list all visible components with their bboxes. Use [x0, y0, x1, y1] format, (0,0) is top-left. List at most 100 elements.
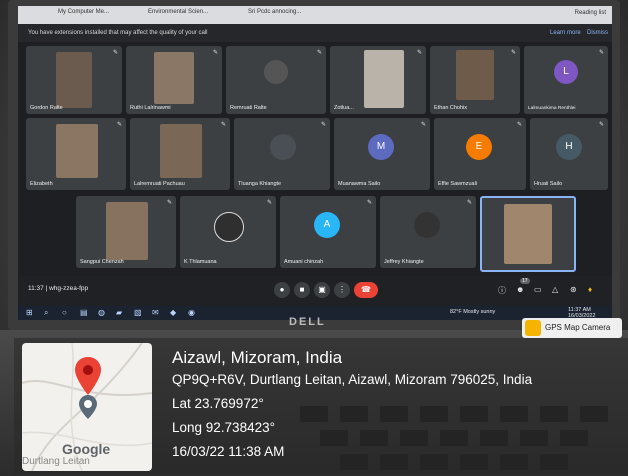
widgets-icon[interactable]: ▤ — [80, 308, 88, 317]
more-options-button[interactable]: ⋮ — [334, 282, 350, 298]
mic-off-icon: ✎ — [598, 50, 604, 56]
participant-tile[interactable]: L ✎ Lalmuankima Renthlei — [524, 46, 608, 114]
learn-more-link[interactable]: Learn more — [550, 30, 581, 36]
mic-off-icon: ✎ — [416, 50, 422, 56]
mic-off-icon: ✎ — [220, 122, 226, 128]
participant-name: Sangpui Chenzah — [80, 259, 124, 265]
participant-name: Remruati Ralte — [230, 105, 267, 111]
participant-name: Muanawma Sailo — [338, 181, 381, 187]
mic-button[interactable]: ● — [274, 282, 290, 298]
info-icon[interactable]: ⓘ — [498, 285, 506, 296]
participant-video — [364, 50, 404, 108]
participant-tile[interactable]: ✎ Ruthi Lalrinawmi — [126, 46, 222, 114]
meeting-control-bar: 11:37 | whg-zzea-fpp ● ■ ▣ ⋮ ☎ ⓘ ☻ 17 ▭ … — [18, 276, 612, 306]
participant-tile[interactable]: ✎ Remruati Ralte — [226, 46, 326, 114]
reading-list-button[interactable]: Reading list — [575, 10, 606, 16]
store-icon[interactable]: ▧ — [134, 308, 142, 317]
participant-tile[interactable]: ✎ K Thlamuana — [180, 196, 276, 268]
participant-tile[interactable]: ✎ Gordon Ralte — [26, 46, 122, 114]
participant-video — [56, 52, 92, 108]
participant-tile[interactable]: ✎ Zotlua... — [330, 46, 426, 114]
participant-name: Effie Sawmzuali — [438, 181, 478, 187]
weather-status[interactable]: 82°F Mostly sunny — [450, 309, 495, 315]
people-icon[interactable]: ☻ — [516, 285, 524, 294]
camera-pin-icon — [525, 320, 541, 336]
map-thumbnail: Google Durtlang Leitan — [22, 343, 152, 471]
file-explorer-icon[interactable]: ▰ — [116, 308, 122, 317]
gps-map-camera-badge: GPS Map Camera — [522, 318, 622, 338]
participant-tile[interactable]: ✎ Lalremruati Pachuau — [130, 118, 230, 190]
participant-video — [56, 124, 98, 178]
participant-avatar — [264, 60, 288, 84]
participant-name: K Thlamuana — [184, 259, 217, 265]
participant-name: Elizabeth — [30, 181, 53, 187]
browser-tab-strip: My Computer Me... Environmental Scien...… — [18, 6, 612, 24]
participant-avatar: E — [466, 134, 492, 160]
participant-name: Jeffrey Khiangte — [384, 259, 424, 265]
gps-address: QP9Q+R6V, Durtlang Leitan, Aizawl, Mizor… — [172, 372, 533, 387]
photo-scene: My Computer Me... Environmental Scien...… — [0, 0, 628, 476]
extensions-banner: You have extensions installed that may a… — [18, 24, 612, 42]
task-view-icon[interactable]: ○ — [62, 308, 67, 317]
bulb-icon[interactable]: ♦ — [588, 285, 592, 294]
end-call-button[interactable]: ☎ — [354, 282, 378, 298]
participant-tile[interactable]: E ✎ Effie Sawmzuali — [434, 118, 526, 190]
gps-longitude: Long 92.738423° — [172, 420, 275, 435]
dismiss-button[interactable]: Dismiss — [587, 30, 608, 36]
laptop-screen: My Computer Me... Environmental Scien...… — [18, 6, 612, 306]
participant-avatar: A — [314, 212, 340, 238]
mail-icon[interactable]: ✉ — [152, 308, 159, 317]
participant-video — [160, 124, 202, 178]
participant-name: Ruthi Lalrinawmi — [130, 105, 171, 111]
activities-icon[interactable]: △ — [552, 285, 558, 294]
app-icon[interactable]: ◆ — [170, 308, 176, 317]
mic-off-icon: ✎ — [420, 122, 426, 128]
mic-off-icon: ✎ — [316, 50, 322, 56]
camera-button[interactable]: ■ — [294, 282, 310, 298]
participant-name: Gordon Ralte — [30, 105, 63, 111]
chat-icon[interactable]: ▭ — [534, 285, 542, 294]
participant-avatar: L — [554, 60, 578, 84]
present-button[interactable]: ▣ — [314, 282, 330, 298]
browser-tab[interactable]: Sri Pcdc annocing... — [248, 9, 301, 21]
participant-tile[interactable]: M ✎ Muanawma Sailo — [334, 118, 430, 190]
edge-icon[interactable]: ◍ — [98, 308, 105, 317]
mic-off-icon: ✎ — [266, 200, 272, 206]
participant-video — [106, 202, 148, 260]
google-logo: Google — [62, 441, 111, 457]
participant-name: Tluanga Khiangte — [238, 181, 282, 187]
participant-tile[interactable]: ✎ Jeffrey Khiangte — [380, 196, 476, 268]
map-place-label: Durtlang Leitan — [22, 456, 90, 467]
gps-datetime: 16/03/22 11:38 AM — [172, 444, 285, 459]
participant-avatar — [270, 134, 296, 160]
browser-tab[interactable]: My Computer Me... — [58, 9, 109, 21]
participant-name: Lalremruati Pachuau — [134, 181, 185, 187]
participant-tile[interactable]: ✎ Elizabeth — [26, 118, 126, 190]
mic-off-icon: ✎ — [598, 122, 604, 128]
search-icon[interactable]: ⌕ — [44, 308, 48, 318]
gps-location-title: Aizawl, Mizoram, India — [172, 348, 343, 367]
mic-off-icon: ✎ — [166, 200, 172, 206]
participant-avatar: H — [556, 134, 582, 160]
participant-count-badge: 17 — [520, 278, 530, 284]
windows-start-icon[interactable]: ⊞ — [26, 308, 33, 317]
participant-avatar — [414, 212, 440, 238]
mic-off-icon: ✎ — [212, 50, 218, 56]
participant-tile[interactable]: ✎ Ethan Chohix — [430, 46, 520, 114]
participant-name: Lalmuankima Renthlei — [528, 106, 576, 111]
participant-video — [154, 52, 194, 104]
participant-name: Amuani chinzah — [284, 259, 324, 265]
meeting-time-code: 11:37 | whg-zzea-fpp — [28, 285, 89, 292]
participant-tile[interactable]: A ✎ Amuani chinzah — [280, 196, 376, 268]
participant-tile[interactable]: ✎ Sangpui Chenzah — [76, 196, 176, 268]
mic-off-icon: ✎ — [116, 122, 122, 128]
browser-tab[interactable]: Environmental Scien... — [148, 9, 208, 21]
self-view-tile[interactable] — [480, 196, 576, 272]
dell-logo: DELL — [289, 316, 326, 328]
mic-off-icon: ✎ — [510, 50, 516, 56]
participant-tile[interactable]: ✎ Tluanga Khiangte — [234, 118, 330, 190]
participant-tile[interactable]: H ✎ Hruaii Sailo — [530, 118, 608, 190]
host-controls-icon[interactable]: ⊛ — [570, 285, 577, 294]
participant-avatar: M — [368, 134, 394, 160]
chrome-icon[interactable]: ◉ — [188, 308, 195, 317]
